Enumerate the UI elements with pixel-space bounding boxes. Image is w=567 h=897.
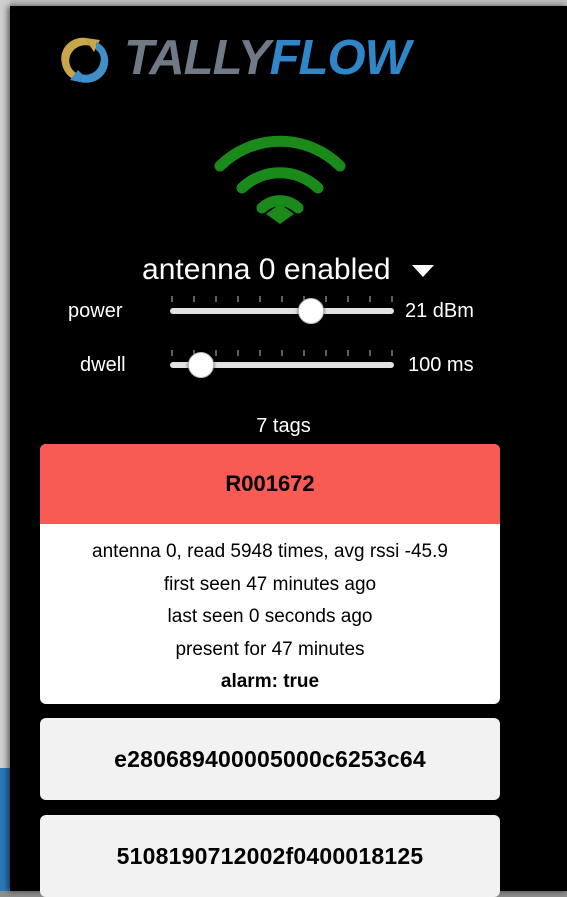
tag-detail-reads: antenna 0, read 5948 times, avg rssi -45… xyxy=(92,541,448,562)
tag-id: e280689400005000c6253c64 xyxy=(114,745,426,772)
logo-mark-icon xyxy=(61,37,109,83)
power-slider-thumb[interactable] xyxy=(298,298,325,324)
tag-id: 5108190712002f0400018125 xyxy=(116,842,424,869)
window-left-edge xyxy=(0,0,10,891)
brand-logo: TALLYFLOW xyxy=(52,30,452,90)
tag-alarm-status: alarm: true xyxy=(220,671,320,692)
antenna-selector[interactable]: antenna 0 enabled xyxy=(10,250,567,290)
brand-wordmark: TALLYFLOW xyxy=(124,30,411,86)
wifi-icon xyxy=(210,134,350,235)
tag-detail-present: present for 47 minutes xyxy=(175,638,365,660)
antenna-label: antenna 0 enabled xyxy=(142,253,391,286)
power-slider[interactable] xyxy=(170,308,394,314)
dwell-slider-thumb[interactable] xyxy=(188,352,215,378)
tag-card-details: antenna 0, read 5948 times, avg rssi -45… xyxy=(40,524,500,704)
brand-tally: TALLY xyxy=(124,31,271,85)
dwell-label: dwell xyxy=(80,354,126,376)
tag-card-alarm[interactable]: R001672 antenna 0, read 5948 times, avg … xyxy=(40,444,500,704)
tag-card-header: R001672 xyxy=(40,444,500,524)
chevron-down-icon xyxy=(411,265,434,278)
main-panel: TALLYFLOW antenna 0 enabled power 21 dBm… xyxy=(10,6,567,897)
tag-count: 7 tags xyxy=(256,415,311,437)
tag-card[interactable]: e280689400005000c6253c64 xyxy=(40,718,500,800)
tag-detail-last-seen: last seen 0 seconds ago xyxy=(167,606,373,627)
power-slider-ticks xyxy=(171,296,393,302)
tag-card[interactable]: 5108190712002f0400018125 xyxy=(40,815,500,897)
brand-flow: FLOW xyxy=(269,31,411,85)
power-value: 21 dBm xyxy=(405,300,474,322)
tag-detail-first-seen: first seen 47 minutes ago xyxy=(163,573,377,595)
power-label: power xyxy=(68,300,123,322)
dwell-value: 100 ms xyxy=(408,354,474,376)
